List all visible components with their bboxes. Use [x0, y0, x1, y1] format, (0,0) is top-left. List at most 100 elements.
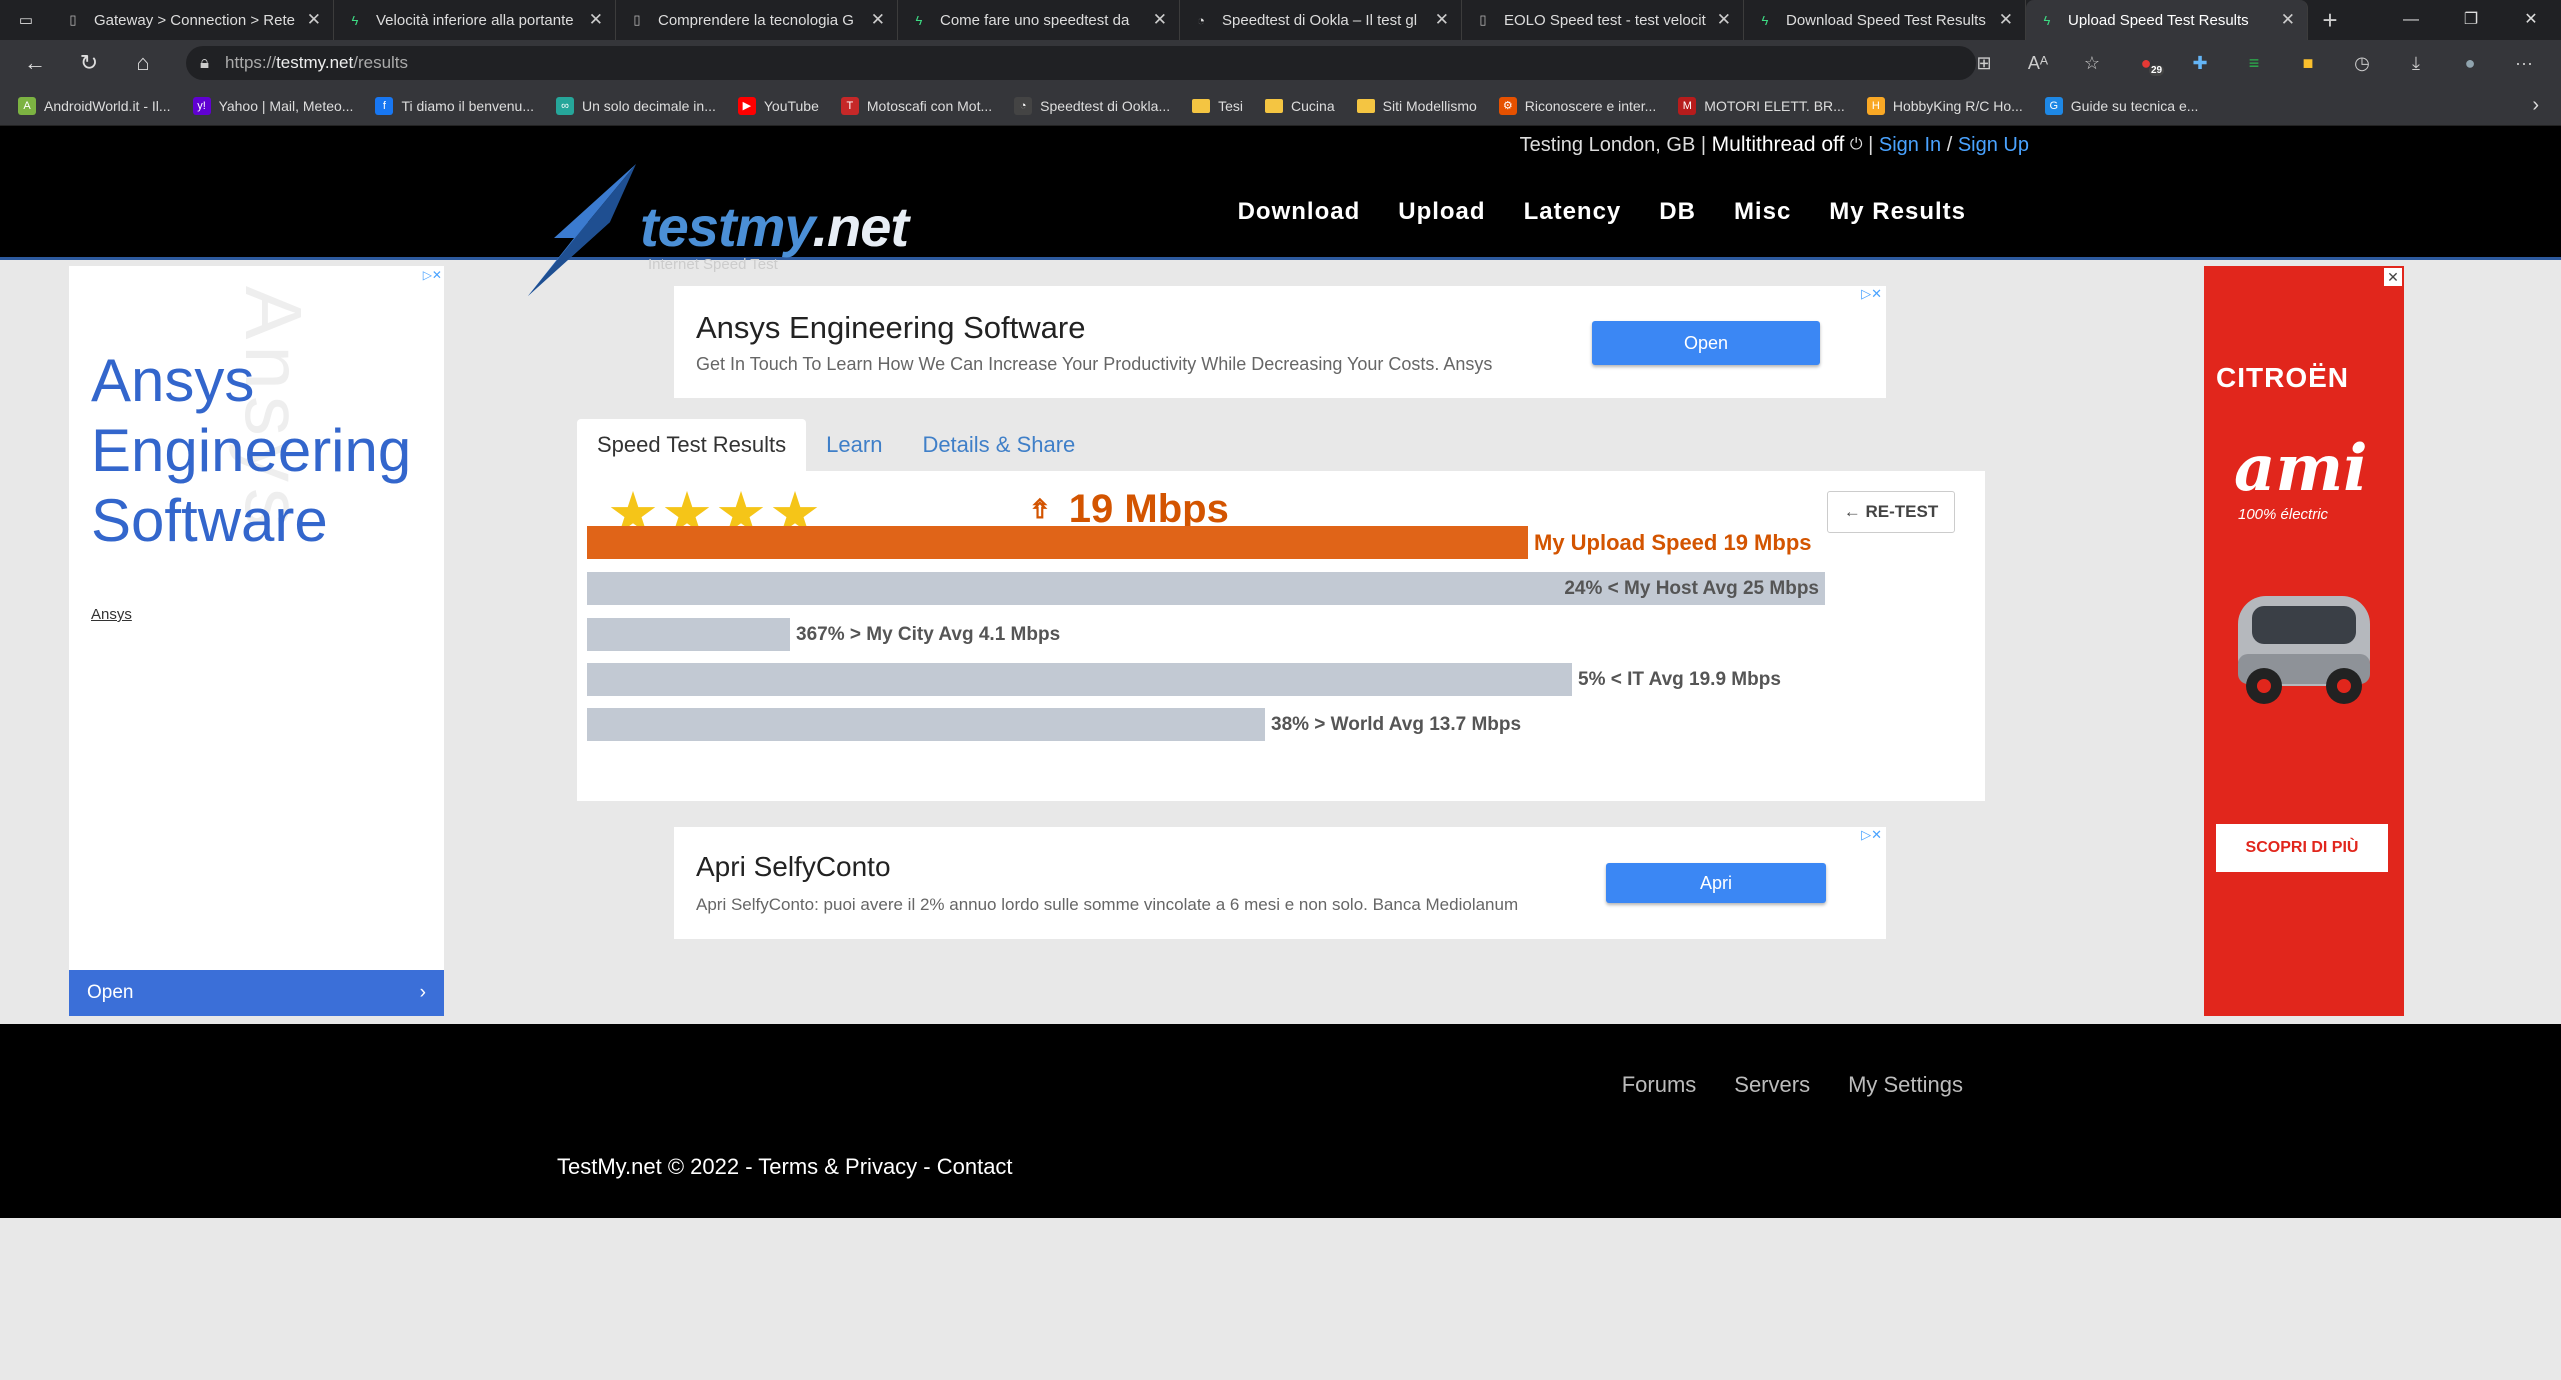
nav-download[interactable]: Download [1238, 198, 1361, 226]
read-aloud-icon[interactable]: Aᴬ [2011, 53, 2065, 74]
browser-tab[interactable]: ◔ Speedtest di Ookla – Il test gl ✕ [1180, 0, 1462, 40]
footer-link-servers[interactable]: Servers [1734, 1072, 1810, 1098]
reload-icon[interactable]: ↻ [62, 50, 116, 76]
browser-tab[interactable]: ϟ Download Speed Test Results ✕ [1744, 0, 2026, 40]
tab-close-icon[interactable]: ✕ [2281, 10, 2295, 30]
notes-extension-icon[interactable]: ■ [2281, 53, 2335, 74]
new-tab-button[interactable]: + [2308, 5, 2352, 36]
tab-close-icon[interactable]: ✕ [307, 10, 321, 30]
bottom-ad-apri-button[interactable]: Apri [1606, 863, 1826, 903]
bookmark-item[interactable]: M MOTORI ELETT. BR... [1678, 96, 1845, 115]
site-logo[interactable]: testmy.net Internet Speed Test [528, 164, 909, 304]
right-ad[interactable]: ✕ CITROËN ami 100% électric SCOPRI DI PI… [2204, 266, 2404, 1016]
feedly-icon[interactable]: ≡ [2227, 53, 2281, 74]
multithread-toggle[interactable]: Multithread off [1712, 133, 1845, 157]
address-bar[interactable]: 🔒︎ https://testmy.net/results [186, 46, 1976, 80]
nav-latency[interactable]: Latency [1524, 198, 1622, 226]
bookmark-item[interactable]: T Motoscafi con Mot... [840, 96, 992, 115]
footer-link-forums[interactable]: Forums [1622, 1072, 1697, 1098]
bottom-banner-ad[interactable]: ▷✕ Apri SelfyConto Apri SelfyConto: puoi… [674, 827, 1886, 939]
bottom-ad-title[interactable]: Apri SelfyConto [696, 851, 891, 883]
open-label: Open [87, 982, 134, 1003]
history-icon[interactable]: ◷ [2335, 53, 2389, 74]
adchoices-icon[interactable]: ▷✕ [1861, 286, 1882, 302]
nav-misc[interactable]: Misc [1734, 198, 1791, 226]
close-ad-icon[interactable]: ✕ [2384, 268, 2402, 286]
tab-close-icon[interactable]: ✕ [1999, 10, 2013, 30]
bookmarks-more-icon[interactable]: › [2532, 94, 2539, 117]
main-nav: testmy.net Internet Speed Test Download U… [0, 164, 2561, 296]
bookmark-item[interactable]: y! Yahoo | Mail, Meteo... [192, 96, 353, 115]
bar-row: My Upload Speed 19 Mbps [587, 526, 1812, 559]
tab-details-share[interactable]: Details & Share [902, 419, 1095, 471]
discover-more-button[interactable]: SCOPRI DI PIÙ [2216, 824, 2388, 872]
bookmark-item[interactable]: G Guide su tecnica e... [2044, 96, 2199, 115]
profile-avatar-icon[interactable]: ● [2443, 53, 2497, 74]
tab-close-icon[interactable]: ✕ [1717, 10, 1731, 30]
separator: | [1700, 133, 1707, 156]
browser-tab[interactable]: ϟ Come fare uno speedtest da ✕ [898, 0, 1180, 40]
bookmark-item[interactable]: ⚙ Riconoscere e inter... [1498, 96, 1656, 115]
gauge-icon: ◔ [1197, 12, 1205, 28]
bookmark-item[interactable]: A AndroidWorld.it - Il... [18, 96, 171, 115]
tab-learn[interactable]: Learn [806, 419, 902, 471]
sign-in-link[interactable]: Sign In [1879, 134, 1941, 157]
footer-link-my-settings[interactable]: My Settings [1848, 1072, 1963, 1098]
bookmark-item[interactable]: Cucina [1265, 97, 1335, 115]
close-window-icon[interactable]: ✕ [2501, 0, 2561, 40]
browser-tab[interactable]: ϟ Upload Speed Test Results ✕ [2026, 0, 2308, 40]
tab-close-icon[interactable]: ✕ [589, 10, 603, 30]
adchoices-icon[interactable]: ▷✕ [1861, 827, 1882, 843]
bookmark-item[interactable]: Tesi [1192, 97, 1243, 115]
tab-speed-test-results[interactable]: Speed Test Results [577, 419, 807, 471]
back-icon[interactable]: ← [8, 50, 62, 76]
nav-links: Download Upload Latency DB Misc My Results [1200, 164, 1966, 260]
copyright: TestMy.net © 2022 - Terms & Privacy - Co… [557, 1154, 1013, 1179]
browser-tab[interactable]: ▯ EOLO Speed test - test velocit ✕ [1462, 0, 1744, 40]
bookmark-item[interactable]: Siti Modellismo [1356, 97, 1477, 115]
browser-tab[interactable]: ▯ Gateway > Connection > Rete ✕ [52, 0, 334, 40]
left-ad[interactable]: ▷✕ Ansys Ansys Engineering Software Ansy… [69, 266, 444, 1016]
download-icon[interactable]: ⤓ [2389, 53, 2443, 74]
tab-close-icon[interactable]: ✕ [1435, 10, 1449, 30]
bookmark-favicon: ⚙ [1498, 96, 1517, 115]
restore-icon[interactable]: ❐ [2441, 0, 2501, 40]
window-menu-icon[interactable]: ▭ [0, 0, 52, 40]
bookmark-item[interactable]: ◔ Speedtest di Ookla... [1014, 96, 1170, 115]
page-icon: ▯ [1479, 12, 1487, 27]
tab-title: Velocità inferiore alla portante [376, 11, 574, 29]
browser-tab[interactable]: ▯ Comprendere la tecnologia G ✕ [616, 0, 898, 40]
adchoices-icon[interactable]: ▷✕ [423, 268, 442, 282]
nav-upload[interactable]: Upload [1398, 198, 1485, 226]
bookmark-item[interactable]: H HobbyKing R/C Ho... [1866, 96, 2023, 115]
tab-close-icon[interactable]: ✕ [1153, 10, 1167, 30]
logo-tagline: Internet Speed Test [648, 256, 778, 273]
left-ad-open-button[interactable]: Open › [69, 970, 444, 1016]
favorites-star-icon[interactable]: ☆ [2065, 53, 2119, 74]
nav-my-results[interactable]: My Results [1829, 198, 1966, 226]
nav-db[interactable]: DB [1659, 198, 1696, 226]
left-ad-brand[interactable]: Ansys [91, 606, 132, 623]
retest-button[interactable]: ← RE-TEST [1827, 491, 1955, 533]
browser-tab[interactable]: ϟ Velocità inferiore alla portante ✕ [334, 0, 616, 40]
bookmark-item[interactable]: f Ti diamo il benvenu... [375, 96, 534, 115]
top-banner-ad[interactable]: ▷✕ Ansys Engineering Software Get In Tou… [674, 286, 1886, 398]
bookmark-item[interactable]: ∞ Un solo decimale in... [556, 96, 716, 115]
average-bar [587, 618, 790, 651]
more-menu-icon[interactable]: ··· [2497, 53, 2551, 74]
adblock-extension-icon[interactable]: ● 29 [2119, 53, 2173, 76]
citroen-logo: CITROËN [2216, 362, 2349, 393]
left-ad-title[interactable]: Ansys Engineering Software [91, 346, 431, 556]
bookmark-label: Guide su tecnica e... [2070, 97, 2199, 114]
home-icon[interactable]: ⌂ [116, 50, 170, 76]
minimize-icon[interactable]: — [2381, 0, 2441, 40]
bolt-icon: ϟ [2043, 12, 2051, 28]
top-ad-open-button[interactable]: Open [1592, 321, 1820, 365]
puzzle-extension-icon[interactable]: ✚ [2173, 53, 2227, 74]
top-ad-title[interactable]: Ansys Engineering Software [696, 310, 1085, 346]
bookmark-item[interactable]: ▶ YouTube [737, 96, 819, 115]
tab-close-icon[interactable]: ✕ [871, 10, 885, 30]
power-icon[interactable]: ⏻ [1850, 136, 1863, 154]
app-grid-icon[interactable]: ⊞ [1957, 53, 2011, 74]
sign-up-link[interactable]: Sign Up [1958, 134, 2029, 157]
